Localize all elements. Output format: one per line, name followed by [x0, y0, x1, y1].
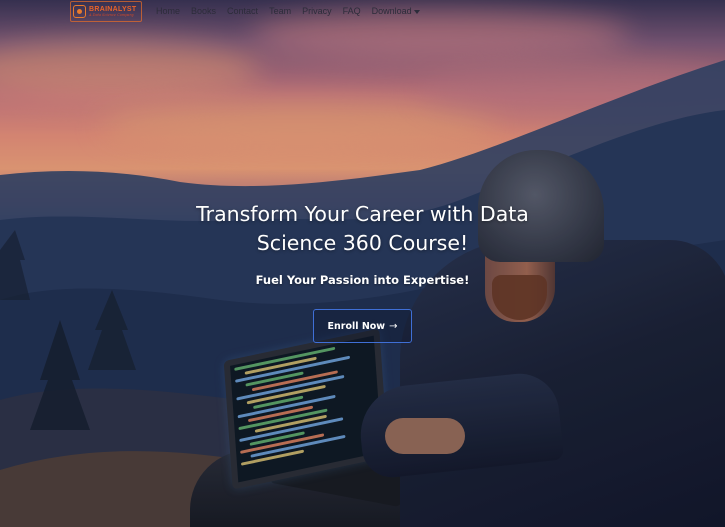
enroll-now-label: Enroll Now	[327, 320, 386, 332]
caret-down-icon	[413, 9, 420, 14]
nav-link-books[interactable]: Books	[191, 6, 216, 16]
hero-title: Transform Your Career with Data Science …	[196, 202, 529, 255]
enroll-now-button[interactable]: Enroll Now →	[313, 309, 412, 343]
nav-link-team[interactable]: Team	[269, 6, 291, 16]
nav-link-privacy[interactable]: Privacy	[302, 6, 332, 16]
nav-dropdown-download[interactable]: Download	[372, 6, 420, 16]
brand-name: BRAINALYST	[89, 5, 137, 13]
nav-link-home[interactable]: Home	[156, 6, 180, 16]
brand-wordmark: BRAINALYST A Data Science Company	[89, 6, 136, 18]
hero-section: Transform Your Career with Data Science …	[0, 200, 725, 287]
brand-tagline: A Data Science Company	[89, 12, 134, 17]
nav-link-contact[interactable]: Contact	[227, 6, 258, 16]
top-navbar: BRAINALYST A Data Science Company Home B…	[0, 0, 725, 24]
arrow-right-icon: →	[389, 320, 398, 332]
nav-dropdown-label: Download	[371, 6, 412, 16]
nav-link-faq[interactable]: FAQ	[343, 6, 361, 16]
nav-menu: Home Books Contact Team Privacy FAQ Down…	[156, 6, 420, 16]
hero-subtitle: Fuel Your Passion into Expertise!	[255, 273, 470, 287]
brand-logo[interactable]: BRAINALYST A Data Science Company	[70, 1, 142, 22]
brain-logo-icon	[73, 5, 86, 18]
